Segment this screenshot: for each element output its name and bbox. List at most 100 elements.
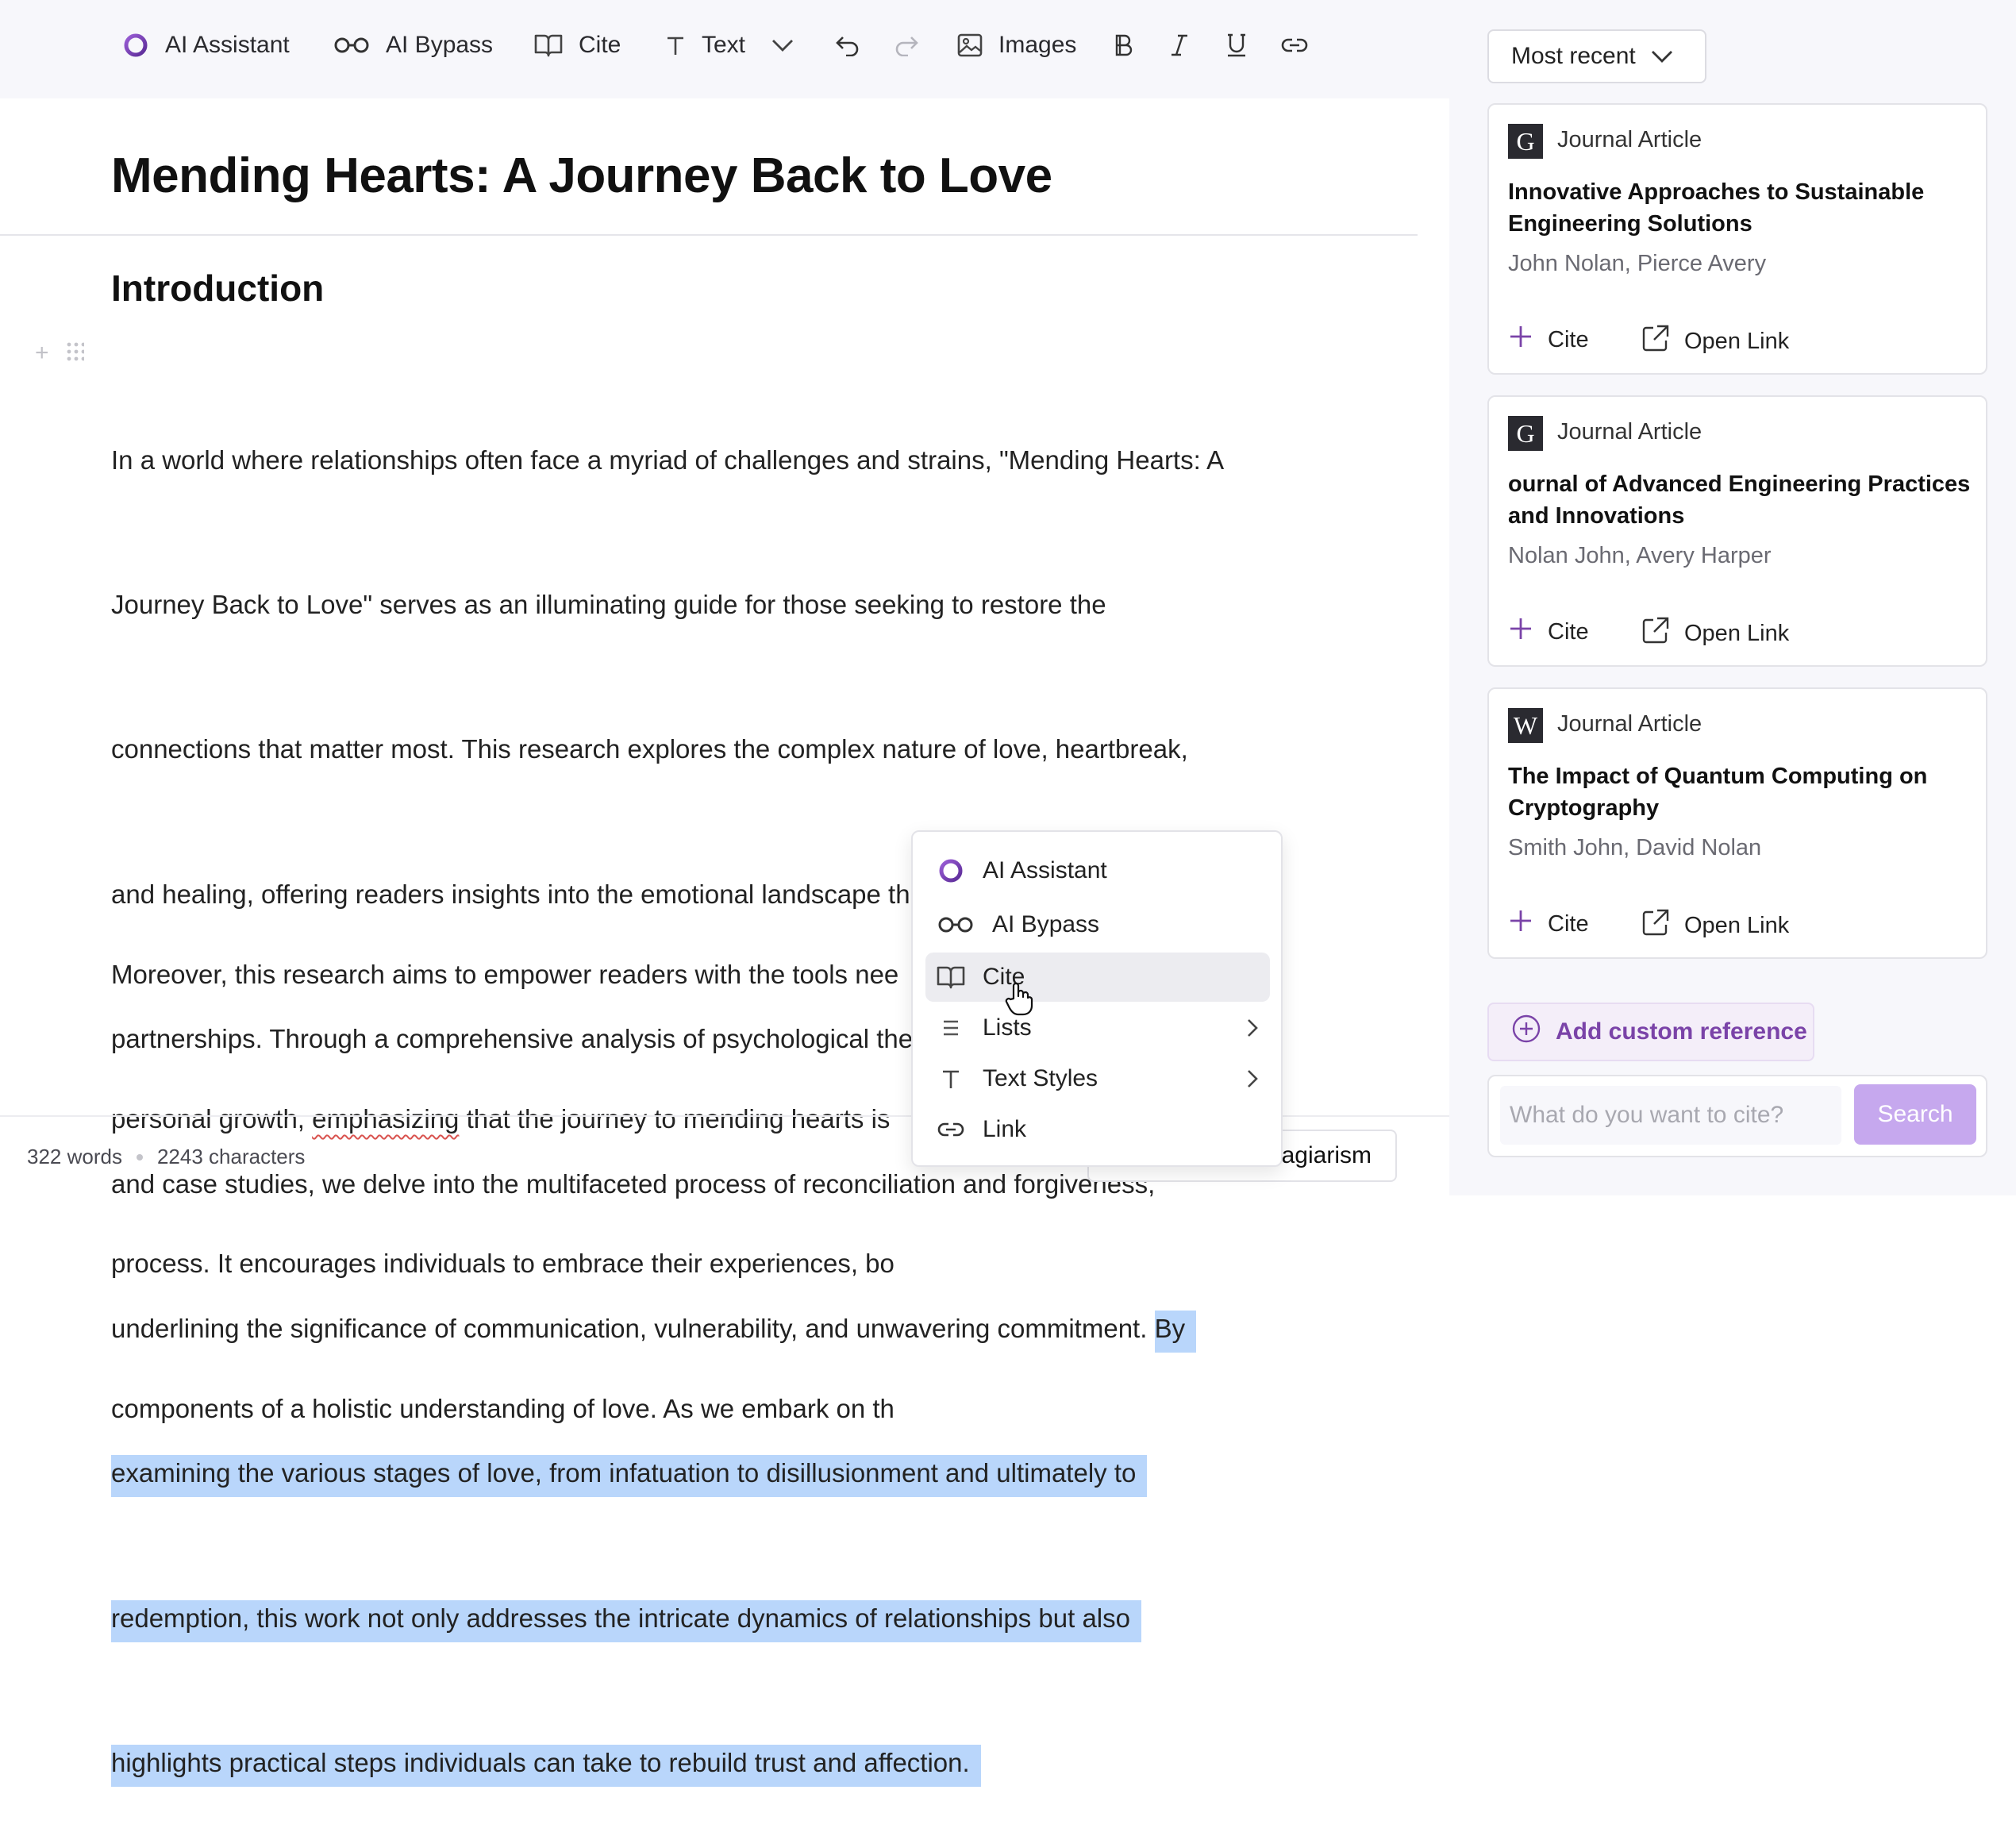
underline-button[interactable] (1225, 0, 1248, 90)
reference-title: The Impact of Quantum Computing on Crypt… (1508, 764, 1928, 821)
plagiarism-label: agiarism (1281, 1142, 1372, 1168)
reference-card: G Journal Article ournal of Advanced Eng… (1487, 395, 1987, 667)
cite-label: Cite (1548, 618, 1589, 645)
external-link-icon (1641, 616, 1670, 651)
editor-toolbar: AI Assistant AI Bypass Cite Text Images (0, 0, 1449, 98)
underline-icon (1225, 33, 1248, 58)
search-button[interactable]: Search (1854, 1084, 1976, 1145)
open-link-button[interactable]: Open Link (1641, 324, 1789, 359)
open-link-button[interactable]: Open Link (1641, 616, 1789, 651)
add-block-icon[interactable]: + (35, 340, 49, 367)
images-label: Images (998, 32, 1077, 58)
paragraph-line: highlights practical steps individuals c… (111, 1739, 1224, 1788)
citation-search: Search (1487, 1075, 1987, 1157)
source-logo: W (1508, 708, 1543, 743)
paragraph-line: Moreover, this research aims to empower … (111, 959, 899, 989)
text-style-label: Text (702, 32, 746, 58)
menu-item-cite[interactable]: Cite (925, 953, 1270, 1002)
redo-button[interactable] (894, 0, 919, 90)
chevron-down-icon (771, 38, 794, 52)
ai-assistant-button[interactable]: AI Assistant (122, 0, 290, 90)
hand-cursor-icon (1005, 981, 1033, 1020)
cite-reference-button[interactable]: Cite (1508, 908, 1589, 940)
separator-dot (136, 1153, 143, 1160)
cite-button[interactable]: Cite (534, 0, 621, 90)
menu-item-text-styles[interactable]: Text Styles (925, 1054, 1270, 1103)
word-count: 322 words (27, 1145, 122, 1168)
plus-icon (1508, 616, 1533, 648)
title-divider (0, 234, 1418, 236)
cite-label: Cite (1548, 326, 1589, 352)
reference-type: Journal Article (1557, 127, 1702, 152)
reference-title: ournal of Advanced Engineering Practices… (1508, 472, 1971, 529)
paragraph-line: In a world where relationships often fac… (111, 445, 1225, 475)
images-button[interactable]: Images (957, 0, 1076, 90)
menu-item-ai-bypass[interactable]: AI Bypass (925, 900, 1270, 949)
ai-assistant-ring-icon (933, 857, 968, 884)
context-menu: AI Assistant AI Bypass Cite Lists Text S… (911, 830, 1283, 1167)
document-stats: 322 words 2243 characters (27, 1145, 305, 1169)
ai-bypass-button[interactable]: AI Bypass (333, 0, 493, 90)
sort-dropdown[interactable]: Most recent (1487, 29, 1706, 83)
reference-type: Journal Article (1557, 419, 1702, 445)
reference-authors: Nolan John, Avery Harper (1508, 543, 1772, 568)
open-link-button[interactable]: Open Link (1641, 908, 1789, 943)
text-t-icon (665, 34, 686, 56)
bold-button[interactable] (1113, 0, 1133, 90)
reference-type: Journal Article (1557, 711, 1702, 737)
citation-search-input[interactable] (1500, 1086, 1841, 1145)
selected-text[interactable]: highlights practical steps individuals c… (111, 1745, 981, 1788)
cite-label: Cite (579, 32, 621, 58)
open-link-label: Open Link (1684, 912, 1790, 938)
ai-assistant-ring-icon (122, 32, 149, 59)
undo-icon (835, 34, 860, 56)
italic-icon (1170, 33, 1189, 57)
cite-label: Cite (1548, 910, 1589, 937)
external-link-icon (1641, 908, 1670, 943)
source-logo: G (1508, 124, 1543, 159)
selected-text[interactable]: By (1154, 1310, 1197, 1353)
paragraph-line: Journey Back to Love" serves as an illum… (111, 589, 1106, 619)
book-icon (534, 33, 563, 58)
cite-reference-button[interactable]: Cite (1508, 616, 1589, 648)
add-custom-reference-label: Add custom reference (1556, 1018, 1807, 1045)
link-icon (1281, 37, 1308, 54)
external-link-icon (1641, 324, 1670, 359)
plus-icon (1508, 908, 1533, 940)
document-title[interactable]: Mending Hearts: A Journey Back to Love (111, 148, 1052, 204)
cite-reference-button[interactable]: Cite (1508, 324, 1589, 356)
misspelled-word[interactable]: emphasizing (312, 1104, 459, 1134)
paragraph-text: that the journey to mending hearts is (459, 1103, 891, 1134)
drag-handle-icon[interactable] (65, 340, 86, 370)
redo-icon (894, 34, 919, 56)
paragraph-line: connections that matter most. This resea… (111, 734, 1188, 764)
glasses-icon (933, 915, 978, 934)
menu-item-ai-assistant[interactable]: AI Assistant (925, 846, 1270, 895)
list-icon (933, 1018, 968, 1037)
reference-title: Innovative Approaches to Sustainable Eng… (1508, 179, 1925, 237)
ai-assistant-label: AI Assistant (165, 32, 290, 58)
reference-authors: Smith John, David Nolan (1508, 835, 1762, 860)
menu-item-lists[interactable]: Lists (925, 1003, 1270, 1053)
reference-authors: John Nolan, Pierce Avery (1508, 251, 1767, 276)
italic-button[interactable] (1170, 0, 1189, 90)
chevron-right-icon (1246, 1054, 1259, 1103)
plus-circle-icon (1511, 1014, 1541, 1050)
chevron-down-icon (1650, 43, 1674, 70)
paragraph-line: personal growth, emphasizing that the jo… (111, 1095, 898, 1144)
undo-button[interactable] (835, 0, 860, 90)
menu-item-label: Text Styles (983, 1065, 1098, 1091)
open-link-label: Open Link (1684, 328, 1790, 354)
menu-item-link[interactable]: Link (925, 1105, 1270, 1154)
link-icon (933, 1121, 968, 1138)
selected-text[interactable]: redemption, this work not only addresses… (111, 1599, 1141, 1642)
book-icon (933, 964, 968, 990)
chevron-right-icon (1246, 1003, 1259, 1053)
section-heading[interactable]: Introduction (111, 267, 324, 310)
reference-card: G Journal Article Innovative Approaches … (1487, 103, 1987, 375)
reference-card: W Journal Article The Impact of Quantum … (1487, 687, 1987, 959)
text-style-dropdown[interactable]: Text (665, 0, 794, 90)
text-t-icon (933, 1068, 968, 1090)
link-button[interactable] (1281, 0, 1308, 90)
add-custom-reference-button[interactable]: Add custom reference (1487, 1003, 1814, 1061)
